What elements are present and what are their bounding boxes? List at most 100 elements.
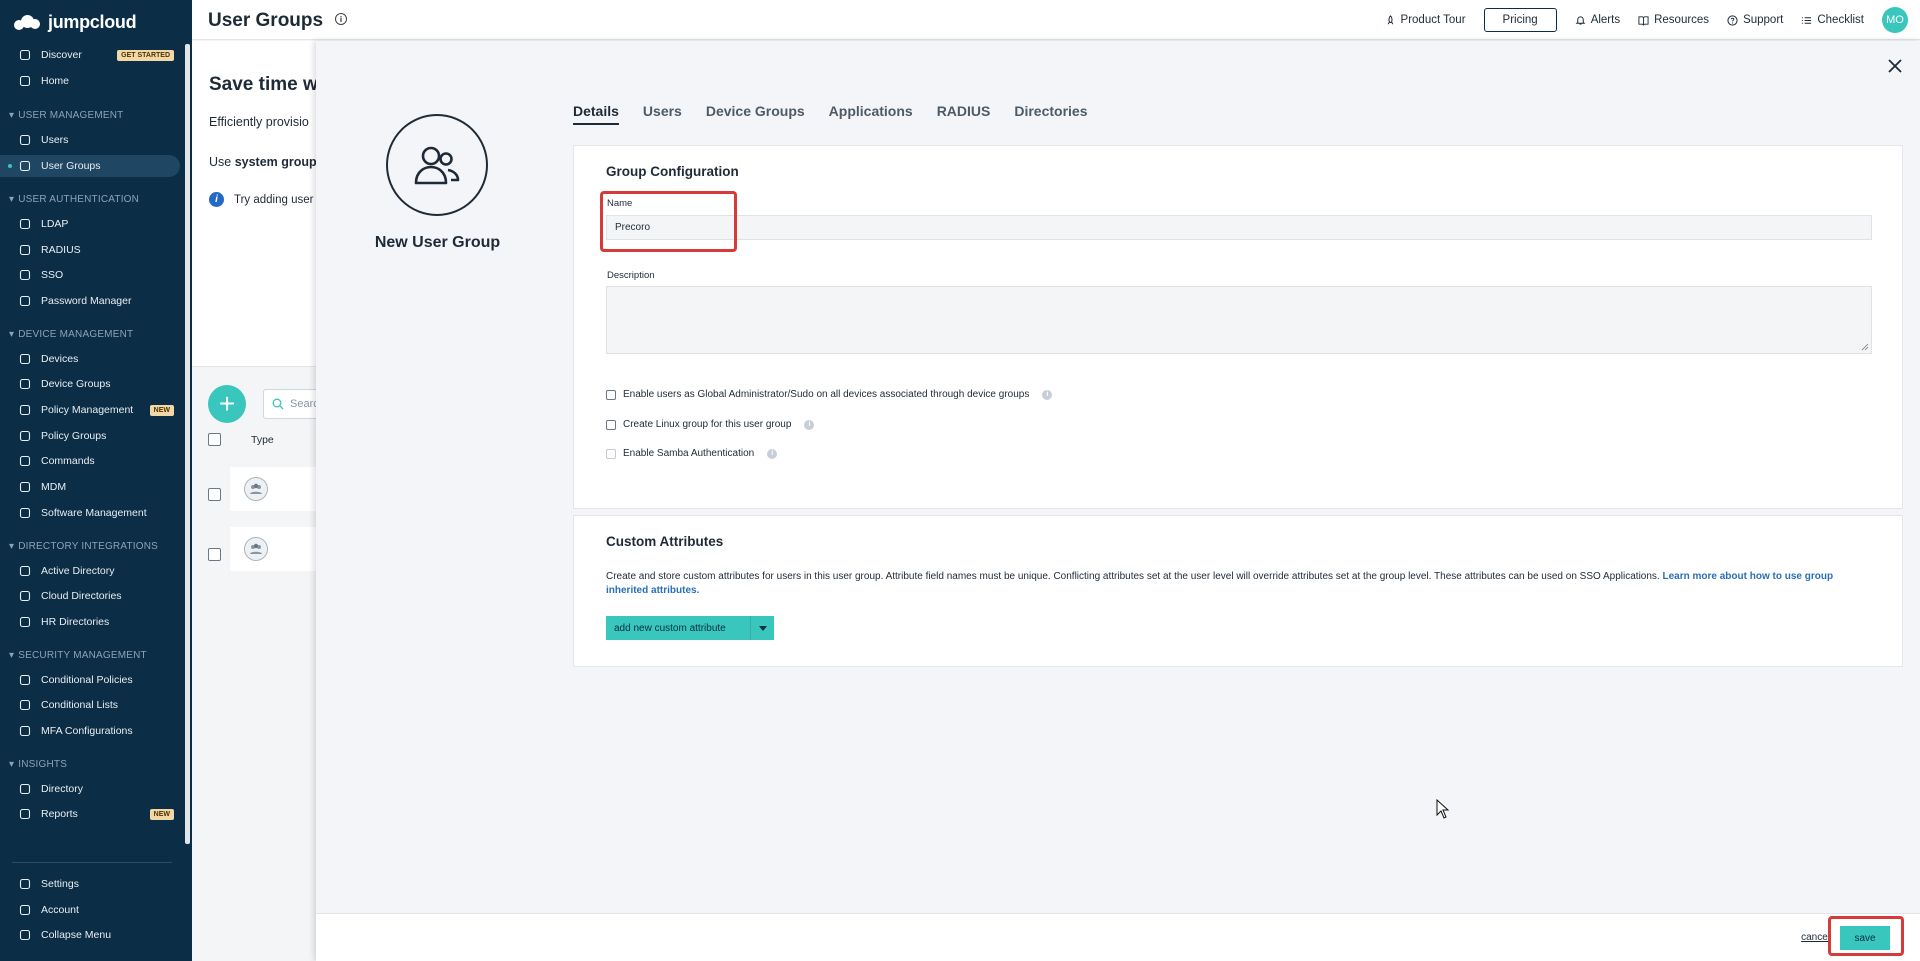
- product-tour-label: Product Tour: [1400, 14, 1466, 26]
- user-avatar[interactable]: MO: [1882, 7, 1908, 33]
- nav-section-user-management[interactable]: ▾ USER MANAGEMENT: [9, 110, 123, 121]
- page-title: User Groups: [208, 10, 324, 31]
- checkbox[interactable]: [606, 389, 616, 400]
- resize-handle-icon[interactable]: [1861, 343, 1869, 351]
- table-row[interactable]: [230, 527, 325, 571]
- add-group-button[interactable]: +: [208, 385, 246, 423]
- custom-attributes-description: Create and store custom attributes for u…: [606, 570, 1876, 598]
- sidebar-scrollbar[interactable]: [185, 44, 190, 844]
- sidebar-item-label: Policy Groups: [41, 429, 107, 442]
- add-custom-attribute-button[interactable]: add new custom attribute: [606, 616, 774, 640]
- sidebar-item-discover[interactable]: Discover GET STARTED: [0, 44, 184, 66]
- sidebar-item-users[interactable]: Users: [0, 129, 184, 151]
- discover-icon: [18, 48, 32, 62]
- help-icon[interactable]: i: [804, 419, 815, 430]
- pricing-button[interactable]: Pricing: [1483, 8, 1557, 32]
- sidebar-item-conditional-lists[interactable]: Conditional Lists: [0, 694, 184, 716]
- sidebar-item-active-directory[interactable]: Active Directory: [0, 560, 184, 582]
- sidebar-item-password-manager[interactable]: Password Manager: [0, 290, 184, 312]
- checklist-link[interactable]: Checklist: [1801, 14, 1864, 26]
- sidebar-item-label: Devices: [41, 352, 79, 365]
- nav-section-insights[interactable]: ▾ INSIGHTS: [9, 759, 67, 770]
- sidebar-item-commands[interactable]: Commands: [0, 450, 184, 472]
- group-name-heading: New User Group: [374, 234, 501, 251]
- sidebar-item-policy-groups[interactable]: Policy Groups: [0, 425, 184, 447]
- sidebar-item-label: Software Management: [41, 506, 147, 519]
- sidebar-item-label: Discover: [41, 49, 82, 61]
- chevron-down-icon: ▾: [9, 758, 15, 770]
- chevron-down-icon: ▾: [9, 110, 15, 122]
- sidebar-item-label: Password Manager: [41, 294, 132, 307]
- sidebar-item-account[interactable]: Account: [0, 899, 184, 921]
- logo-text: jumpcloud: [48, 11, 137, 32]
- sidebar-divider: [12, 862, 172, 863]
- table-row[interactable]: [230, 467, 325, 511]
- sidebar-item-sso[interactable]: SSO: [0, 264, 184, 286]
- resources-link[interactable]: Resources: [1638, 14, 1709, 26]
- tab-directories[interactable]: Directories: [1014, 103, 1087, 125]
- nav-section-directory-integrations[interactable]: ▾ DIRECTORY INTEGRATIONS: [9, 541, 158, 552]
- info-icon[interactable]: i: [335, 13, 347, 25]
- checkbox-label: Enable Samba Authentication: [623, 448, 755, 459]
- commands-icon: [18, 454, 32, 468]
- search-input[interactable]: Searc: [263, 389, 323, 419]
- sidebar-item-cloud-directories[interactable]: Cloud Directories: [0, 585, 184, 607]
- config-checkbox-row: Enable users as Global Administrator/Sud…: [606, 389, 1053, 400]
- sidebar-item-ldap[interactable]: LDAP: [0, 213, 184, 235]
- nav-section-device-management[interactable]: ▾ DEVICE MANAGEMENT: [9, 329, 133, 340]
- sidebar-item-settings[interactable]: Settings: [0, 873, 184, 895]
- collapse-menu-icon: [18, 928, 32, 942]
- sidebar-item-home[interactable]: Home: [0, 70, 184, 92]
- sidebar-item-radius[interactable]: RADIUS: [0, 239, 184, 261]
- tab-device-groups[interactable]: Device Groups: [706, 103, 805, 125]
- resources-label: Resources: [1654, 14, 1710, 26]
- hero-text: Efficiently provisio: [209, 115, 309, 129]
- caret-down-icon[interactable]: [750, 616, 774, 640]
- alerts-link[interactable]: Alerts: [1575, 14, 1620, 26]
- nav-section-security-management[interactable]: ▾ SECURITY MANAGEMENT: [9, 650, 147, 661]
- ldap-icon: [18, 217, 32, 231]
- sidebar-item-directory[interactable]: Directory: [0, 778, 184, 800]
- chevron-down-icon: ▾: [9, 540, 15, 552]
- tab-users[interactable]: Users: [643, 103, 682, 125]
- sidebar-item-policy-management[interactable]: Policy Management NEW: [0, 399, 184, 421]
- nav-section-user-authentication[interactable]: ▾ USER AUTHENTICATION: [9, 194, 139, 205]
- description-textarea[interactable]: [606, 286, 1872, 354]
- row-checkbox[interactable]: [208, 488, 221, 501]
- sidebar-item-hr-directories[interactable]: HR Directories: [0, 611, 184, 633]
- sidebar-item-reports[interactable]: Reports NEW: [0, 803, 184, 825]
- select-all-checkbox[interactable]: [208, 433, 221, 446]
- sidebar-item-conditional-policies[interactable]: Conditional Policies: [0, 669, 184, 691]
- sidebar-item-user-groups[interactable]: User Groups: [0, 155, 180, 178]
- support-link[interactable]: Support: [1727, 14, 1783, 26]
- support-label: Support: [1743, 14, 1784, 26]
- tab-details[interactable]: Details: [573, 103, 619, 125]
- jumpcloud-logo[interactable]: jumpcloud: [14, 10, 137, 34]
- close-icon[interactable]: [1886, 57, 1904, 75]
- sidebar-item-collapse-menu[interactable]: Collapse Menu: [0, 924, 184, 946]
- custom-attributes-text: Create and store custom attributes for u…: [606, 571, 1660, 582]
- help-icon[interactable]: i: [767, 448, 778, 459]
- sidebar-item-mdm[interactable]: MDM: [0, 476, 184, 498]
- settings-icon: [18, 877, 32, 891]
- cloud-logo-icon: [14, 14, 44, 30]
- cancel-link[interactable]: cancel: [1801, 932, 1830, 943]
- sidebar-item-devices[interactable]: Devices: [0, 348, 184, 370]
- sidebar-item-software-management[interactable]: Software Management: [0, 502, 184, 524]
- help-circle-icon: [1727, 14, 1738, 26]
- sidebar-item-label: Users: [41, 134, 69, 147]
- sidebar-item-mfa-configurations[interactable]: MFA Configurations: [0, 720, 184, 742]
- product-tour-link[interactable]: Product Tour: [1385, 14, 1466, 26]
- checkbox[interactable]: [606, 419, 616, 430]
- tab-radius[interactable]: RADIUS: [937, 103, 991, 125]
- password-manager-icon: [18, 294, 32, 308]
- chevron-down-icon: ▾: [9, 328, 15, 340]
- sidebar-item-device-groups[interactable]: Device Groups: [0, 373, 184, 395]
- sidebar-item-label: Home: [41, 74, 70, 87]
- name-input[interactable]: [606, 215, 1872, 240]
- background-page: Save time w Efficiently provisio Use sys…: [192, 41, 325, 961]
- tab-applications[interactable]: Applications: [829, 103, 913, 125]
- checkbox: [606, 448, 616, 459]
- row-checkbox[interactable]: [208, 548, 221, 561]
- help-icon[interactable]: i: [1042, 389, 1053, 400]
